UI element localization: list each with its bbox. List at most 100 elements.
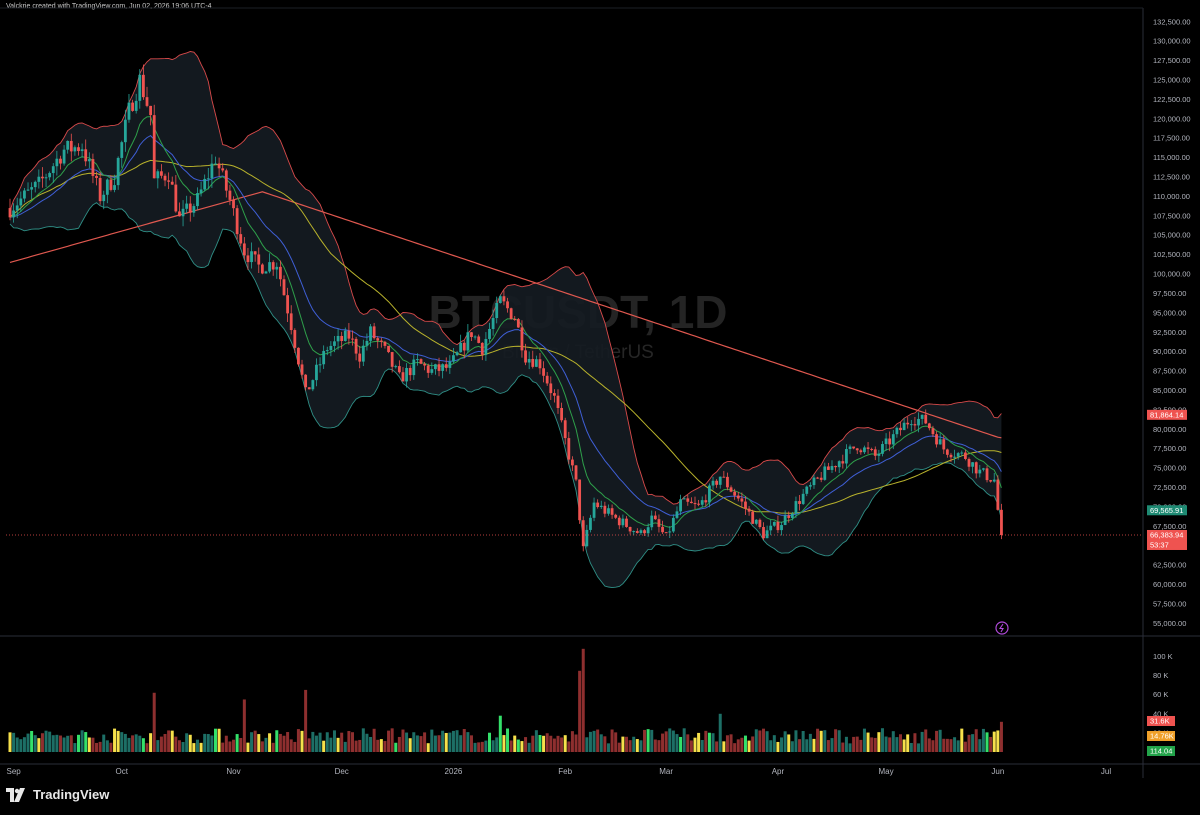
volume-bar	[351, 732, 354, 752]
candle-body	[617, 517, 621, 526]
candle-body	[473, 336, 477, 338]
candle-body	[556, 395, 560, 408]
volume-bar	[495, 737, 499, 752]
candle-body	[953, 456, 956, 458]
candle-body	[805, 486, 809, 494]
volume-bar	[729, 734, 733, 752]
volume-bar	[967, 734, 971, 752]
candle-body	[899, 427, 902, 431]
volume-bar	[945, 738, 949, 752]
candle-body	[419, 359, 423, 364]
volume-bar	[134, 734, 138, 752]
volume-bar	[830, 738, 834, 752]
candle-body	[383, 341, 387, 346]
volume-bar	[159, 736, 163, 752]
volume-bar	[437, 735, 441, 752]
candle-body	[736, 495, 740, 499]
candle-body	[924, 414, 928, 424]
volume-bar	[332, 730, 336, 752]
candle-body	[978, 469, 982, 474]
time-tick-label: Sep	[6, 767, 21, 776]
candle-body	[653, 515, 657, 520]
price-tick-label: 97,500.00	[1153, 289, 1186, 298]
volume-bar	[451, 730, 455, 752]
volume-bar	[542, 735, 546, 752]
volume-bar	[769, 740, 773, 752]
time-tick-label: Apr	[772, 767, 785, 776]
time-tick-label: Jun	[991, 767, 1004, 776]
volume-label-text: 31.6K	[1150, 717, 1170, 726]
candle-body	[340, 335, 344, 341]
candle-body	[830, 466, 834, 470]
candle-body	[812, 477, 816, 486]
time-tick-label: Feb	[558, 767, 572, 776]
volume-bar	[949, 739, 953, 752]
volume-bar	[866, 732, 870, 752]
candle-body	[232, 199, 235, 209]
candle-body	[120, 142, 124, 158]
candle-body	[722, 476, 726, 478]
volume-bar	[999, 721, 1003, 752]
candle-body	[80, 149, 84, 152]
price-tick-label: 125,000.00	[1153, 75, 1191, 84]
price-chart[interactable]: BTCUSDT, 1D Bitcoin / TetherUS 132,500.0…	[0, 0, 1200, 815]
volume-bar	[985, 732, 989, 752]
volume-bar	[221, 742, 225, 752]
volume-bar	[26, 733, 30, 752]
candle-body	[361, 345, 365, 362]
candle-body	[650, 515, 654, 528]
volume-bar	[715, 741, 719, 752]
candle-body	[113, 185, 116, 190]
candle-body	[203, 178, 207, 190]
volume-bar	[51, 735, 55, 752]
candle-body	[625, 518, 628, 527]
candle-body	[534, 359, 538, 367]
candle-body	[477, 336, 481, 343]
volume-bar	[780, 737, 784, 752]
candle-body	[408, 367, 412, 376]
candle-body	[942, 439, 946, 450]
candle-body	[527, 358, 531, 363]
volume-bar	[430, 729, 434, 752]
volume-bar	[581, 648, 585, 752]
candle-body	[307, 387, 311, 390]
volume-bar	[480, 741, 484, 752]
volume-bar	[195, 739, 199, 752]
candle-body	[167, 180, 171, 182]
volume-bar	[369, 736, 373, 752]
volume-bar	[689, 740, 693, 752]
candle-body	[837, 461, 841, 468]
volume-bar	[862, 728, 866, 752]
candle-body	[596, 502, 600, 508]
candle-body	[235, 208, 239, 235]
candle-body	[102, 194, 106, 202]
candle-body	[816, 477, 819, 479]
candle-body	[149, 105, 153, 116]
volume-bar	[152, 692, 156, 752]
volume-bar	[286, 732, 290, 752]
candle-body	[415, 359, 419, 361]
candle-body	[311, 380, 315, 390]
price-tick-label: 72,500.00	[1153, 483, 1186, 492]
candle-body	[365, 340, 369, 346]
candle-body	[444, 364, 448, 368]
candle-body	[848, 446, 852, 450]
tradingview-brand[interactable]: TradingView	[6, 787, 109, 802]
volume-bar	[585, 737, 589, 752]
candle-body	[152, 115, 156, 179]
volume-bar	[397, 736, 401, 752]
volume-bar	[138, 735, 142, 752]
alert-icon[interactable]	[995, 621, 1009, 635]
candle-body	[513, 318, 517, 320]
candle-body	[48, 173, 52, 178]
candle-body	[77, 147, 80, 152]
volume-bar	[668, 728, 672, 752]
price-tick-label: 85,000.00	[1153, 386, 1186, 395]
volume-bar	[289, 739, 293, 752]
candle-body	[160, 171, 163, 176]
volume-bar	[293, 741, 297, 752]
candle-body	[185, 203, 189, 209]
candle-body	[552, 393, 556, 396]
volume-bar	[473, 742, 477, 752]
volume-bar	[671, 730, 675, 752]
